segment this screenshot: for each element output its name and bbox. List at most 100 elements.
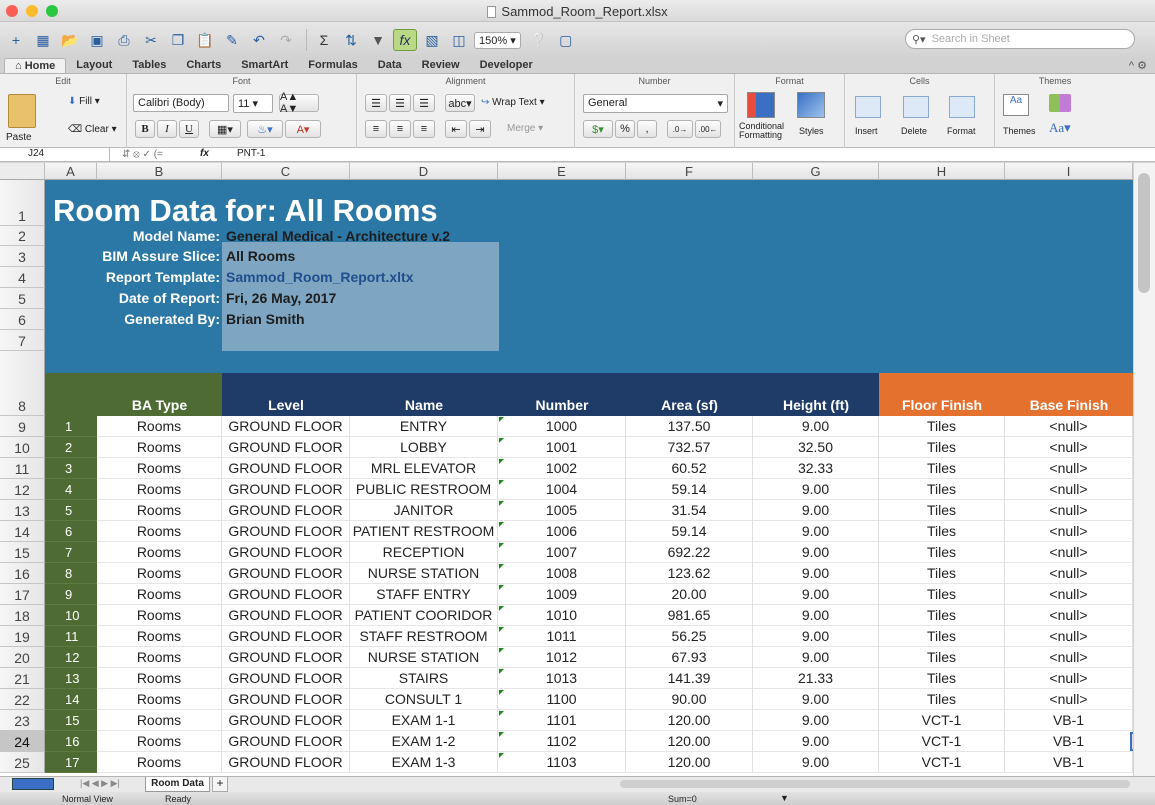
name-box[interactable]: J24 [0,148,110,162]
align-center-icon[interactable]: ≡ [389,120,411,138]
table-cell[interactable]: GROUND FLOOR [222,479,350,500]
table-cell[interactable]: STAFF ENTRY [350,584,498,605]
table-cell[interactable]: 141.39 [626,668,753,689]
table-cell[interactable]: 9.00 [753,731,879,752]
tab-layout[interactable]: Layout [66,58,122,73]
table-cell[interactable]: ENTRY [350,416,498,437]
increase-decimal-icon[interactable]: .0→ [667,120,693,138]
table-cell[interactable]: GROUND FLOOR [222,584,350,605]
row-header-25[interactable]: 25 [0,752,45,773]
redo-icon[interactable]: ↷ [274,29,298,51]
table-cell[interactable]: <null> [1005,542,1133,563]
table-cell[interactable]: <null> [1005,500,1133,521]
table-cell[interactable]: Rooms [97,689,222,710]
wrap-text-button[interactable]: ↪ Wrap Text ▾ [481,97,545,108]
row-header-19[interactable]: 19 [0,626,45,647]
copy-icon[interactable]: ❐ [166,29,190,51]
align-top-icon[interactable]: ☰ [365,94,387,112]
tab-charts[interactable]: Charts [176,58,231,73]
table-cell[interactable]: <null> [1005,584,1133,605]
tab-review[interactable]: Review [412,58,470,73]
row-index-cell[interactable]: 13 [45,668,97,689]
table-cell[interactable]: 1006 [498,521,626,542]
autosum-icon[interactable]: Σ [312,29,336,51]
table-cell[interactable]: Tiles [879,689,1005,710]
theme-fonts-icon[interactable]: Aa▾ [1049,120,1071,136]
paste-icon[interactable]: 📋 [193,29,217,51]
view-buttons-icon[interactable] [12,778,54,790]
table-cell[interactable]: Tiles [879,416,1005,437]
show-hide-icon[interactable]: ◫ [447,29,471,51]
table-cell[interactable]: PATIENT COORIDOR [350,605,498,626]
paste-icon[interactable] [8,94,36,128]
table-cell[interactable]: 9.00 [753,521,879,542]
table-cell[interactable]: GROUND FLOOR [222,647,350,668]
tab-formulas[interactable]: Formulas [298,58,368,73]
table-cell[interactable]: Tiles [879,647,1005,668]
align-right-icon[interactable]: ≡ [413,120,435,138]
search-sheet-input[interactable]: ⚲▾ Search in Sheet [905,29,1135,49]
table-cell[interactable]: 1004 [498,479,626,500]
column-header-c[interactable]: C [222,163,350,180]
table-cell[interactable]: Tiles [879,479,1005,500]
table-cell[interactable]: EXAM 1-2 [350,731,498,752]
table-cell[interactable]: 1005 [498,500,626,521]
formula-input[interactable]: PNT-1 [237,148,265,159]
sheet-tab-room-data[interactable]: Room Data [145,777,210,792]
table-cell[interactable]: GROUND FLOOR [222,563,350,584]
table-cell[interactable]: GROUND FLOOR [222,437,350,458]
percent-style-button[interactable]: % [615,120,635,138]
row-header-11[interactable]: 11 [0,458,45,479]
row-index-cell[interactable]: 8 [45,563,97,584]
templates-icon[interactable]: ▦ [31,29,55,51]
merge-button[interactable]: Merge ▾ [507,123,543,134]
table-cell[interactable]: 1100 [498,689,626,710]
table-cell[interactable]: 9.00 [753,647,879,668]
table-cell[interactable]: 59.14 [626,479,753,500]
table-cell[interactable]: 120.00 [626,731,753,752]
row-index-cell[interactable]: 7 [45,542,97,563]
row-index-cell[interactable]: 14 [45,689,97,710]
table-cell[interactable]: Tiles [879,521,1005,542]
table-cell[interactable]: 1012 [498,647,626,668]
row-index-cell[interactable]: 6 [45,521,97,542]
table-cell[interactable]: <null> [1005,668,1133,689]
align-left-icon[interactable]: ≡ [365,120,387,138]
table-cell[interactable]: 1010 [498,605,626,626]
table-cell[interactable]: 56.25 [626,626,753,647]
table-cell[interactable]: RECEPTION [350,542,498,563]
table-cell[interactable]: 9.00 [753,605,879,626]
table-cell[interactable]: 1001 [498,437,626,458]
table-cell[interactable]: 9.00 [753,416,879,437]
column-header-i[interactable]: I [1005,163,1133,180]
row-header-22[interactable]: 22 [0,689,45,710]
orientation-button[interactable]: abc▾ [445,94,475,112]
table-cell[interactable]: GROUND FLOOR [222,542,350,563]
table-cell[interactable]: 1011 [498,626,626,647]
function-icon[interactable]: fx [200,148,209,159]
add-sheet-button[interactable]: + [212,777,228,792]
table-cell[interactable]: Rooms [97,542,222,563]
table-cell[interactable]: 21.33 [753,668,879,689]
table-cell[interactable]: <null> [1005,626,1133,647]
table-cell[interactable]: Rooms [97,731,222,752]
row-index-cell[interactable]: 2 [45,437,97,458]
fill-button[interactable]: ⬇ Fill ▾ [68,96,100,107]
tab-data[interactable]: Data [368,58,412,73]
table-cell[interactable]: GROUND FLOOR [222,668,350,689]
row-header-5[interactable]: 5 [0,288,45,309]
table-cell[interactable]: 1013 [498,668,626,689]
table-cell[interactable]: Rooms [97,626,222,647]
table-cell[interactable]: GROUND FLOOR [222,521,350,542]
table-cell[interactable]: GROUND FLOOR [222,500,350,521]
row-header-7[interactable]: 7 [0,330,45,351]
table-cell[interactable]: 9.00 [753,626,879,647]
decrease-decimal-icon[interactable]: .00← [695,120,721,138]
table-cell[interactable]: EXAM 1-1 [350,710,498,731]
table-cell[interactable]: VB-1 [1005,752,1133,773]
table-cell[interactable]: 9.00 [753,752,879,773]
row-header-12[interactable]: 12 [0,479,45,500]
table-cell[interactable]: 32.33 [753,458,879,479]
filter-icon[interactable]: ▼ [366,29,390,51]
table-cell[interactable]: 981.65 [626,605,753,626]
